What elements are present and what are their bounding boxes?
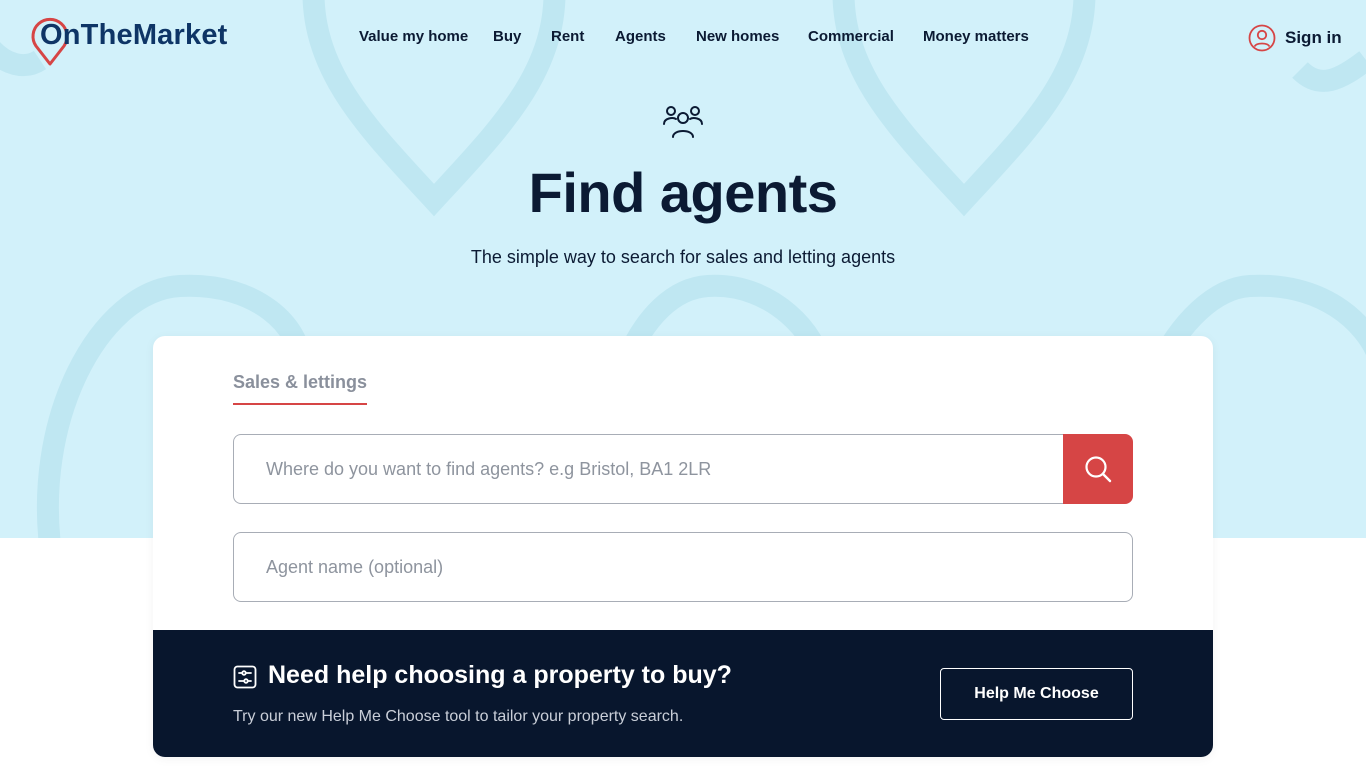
sign-in-label: Sign in xyxy=(1285,28,1342,47)
nav-value-my-home[interactable]: Value my home xyxy=(359,28,468,45)
sliders-icon xyxy=(233,665,257,689)
page-subtitle: The simple way to search for sales and l… xyxy=(470,247,896,267)
sign-in-link[interactable]: Sign in xyxy=(1248,24,1342,52)
nav-commercial[interactable]: Commercial xyxy=(808,28,894,45)
nav-agents[interactable]: Agents xyxy=(615,28,666,45)
nav-money-matters[interactable]: Money matters xyxy=(923,28,1029,45)
people-group-icon xyxy=(663,106,703,138)
help-me-choose-button[interactable]: Help Me Choose xyxy=(940,668,1133,720)
nav-buy[interactable]: Buy xyxy=(493,28,521,45)
logo-text: OnTheMarket xyxy=(40,19,228,51)
search-button[interactable] xyxy=(1063,434,1133,504)
banner-title: Need help choosing a property to buy? xyxy=(268,661,732,689)
agent-name-input[interactable] xyxy=(233,532,1133,602)
site-header: OnTheMarket Value my home Buy Rent Agent… xyxy=(0,0,1366,76)
location-search-row xyxy=(233,434,1133,504)
nav-new-homes[interactable]: New homes xyxy=(696,28,779,45)
help-me-choose-banner: Need help choosing a property to buy? Tr… xyxy=(153,630,1213,757)
search-icon xyxy=(1085,456,1112,483)
banner-text: Try our new Help Me Choose tool to tailo… xyxy=(233,708,684,725)
page-title: Find agents xyxy=(528,161,838,224)
nav-rent[interactable]: Rent xyxy=(551,28,584,45)
agent-search-card: Sales & lettings Need help choosing a pr… xyxy=(153,336,1213,757)
user-icon xyxy=(1248,24,1276,52)
location-search-input[interactable] xyxy=(233,434,1064,504)
tab-sales-lettings[interactable]: Sales & lettings xyxy=(233,372,368,405)
